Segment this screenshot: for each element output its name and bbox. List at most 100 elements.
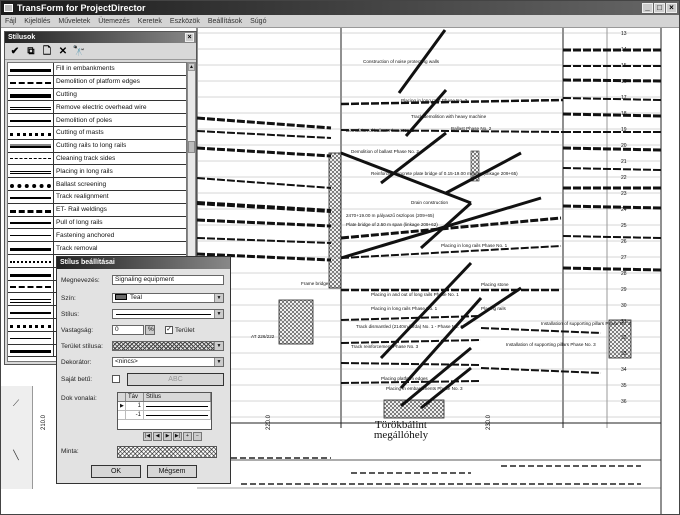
last-record-icon[interactable]: ▶| [173,432,182,441]
styles-panel-close-button[interactable]: × [185,33,194,42]
line-style-select[interactable]: ▼ [112,309,224,319]
color-select[interactable]: Teal ▼ [112,293,224,303]
style-list-item[interactable]: Placing in long rails [8,165,186,179]
style-line-preview [10,260,51,263]
task-bar [480,327,602,334]
scale-number: 27 [621,255,627,261]
style-list-item[interactable]: Track removal [8,242,186,255]
style-list-item-label: Demolition of platform edges [56,78,140,86]
thickness-input[interactable]: 0 [112,325,144,335]
style-list-item[interactable]: ET- Rail weldings [8,203,186,217]
chart-task-label: Placing in embankments Phase No. 3 [386,386,463,391]
scale-number: 18 [621,111,627,117]
task-bar [196,146,332,158]
grid-cell-tav[interactable]: -1 [126,411,144,419]
menu-item-6[interactable]: Beállítások [204,15,246,28]
style-list-item[interactable]: Cutting [8,88,186,102]
slash-tool-icon[interactable]: ╲ [4,446,28,464]
style-list-item[interactable]: Pull of long rails [8,216,186,230]
copy-style-icon[interactable]: ⧉ [24,45,38,58]
style-swatch [8,126,54,139]
delete-style-icon[interactable]: ✕ [56,45,70,58]
color-swatch [115,294,127,301]
menu-item-1[interactable]: Kijelölés [20,15,54,28]
scroll-thumb[interactable] [188,141,195,153]
minimize-button[interactable]: _ [642,3,653,13]
chart-task-label: 2470+19.00 m pályaszű öszlopos (209+65) [346,213,435,218]
app-window: TransForm for ProjectDirector _ □ × Fájl… [0,0,680,515]
close-button[interactable]: × [666,3,677,13]
grid-cell-tav[interactable]: 1 [126,402,144,410]
grid-cell-stilus[interactable] [144,411,211,419]
style-swatch [8,178,54,190]
chevron-down-icon[interactable]: ▼ [214,310,223,318]
grid-corner [118,393,126,401]
area-checkbox[interactable]: ✓ [165,326,173,334]
scale-number: 26 [621,239,627,245]
chart-task-label: Track dismantled (2140m-forda) No. 1 - P… [356,324,463,329]
apply-check-icon[interactable]: ✔ [8,45,22,58]
menu-item-5[interactable]: Eszközök [166,15,204,28]
menu-item-0[interactable]: Fájl [1,15,20,28]
chevron-down-icon[interactable]: ▼ [214,294,223,302]
style-list-item[interactable]: Remove electric overhead wire [8,101,186,115]
new-style-icon[interactable]: 🗋 [40,45,54,58]
maximize-button[interactable]: □ [654,3,665,13]
left-ruler: ⟋ ╲ [1,386,33,489]
area-style-select[interactable]: ▼ [112,341,224,351]
area-style-label: Terület stílusa: [61,343,103,350]
menu-item-7[interactable]: Súgó [246,15,270,28]
menu-item-4[interactable]: Keretek [134,15,166,28]
style-list-item[interactable]: Ballast screening [8,178,186,191]
chevron-down-icon[interactable]: ▼ [214,342,223,350]
next-record-icon[interactable]: ▶ [163,432,172,441]
style-swatch [8,88,54,101]
find-binoculars-icon[interactable]: 🔭 [72,45,86,58]
style-list-item[interactable]: Demolition of poles [8,114,186,127]
ok-button[interactable]: OK [91,465,141,478]
decorator-value: <nincs> [115,358,138,365]
menu-item-2[interactable]: Műveletek [54,15,94,28]
style-list-item[interactable]: Track realignment [8,190,186,204]
task-bar [196,116,332,130]
style-swatch [8,306,54,318]
font-button[interactable]: ABC [127,373,224,386]
style-list-item[interactable]: Fill in embankments [8,63,186,76]
menu-item-3[interactable]: Ütemezés [94,15,134,28]
grid-row[interactable]: -1 [118,411,211,420]
delete-record-icon[interactable]: − [193,432,202,441]
chart-task-label: Placing stone [481,282,509,287]
scale-number: 35 [621,383,627,389]
chevron-down-icon[interactable]: ▼ [214,358,223,366]
thickness-label: Vastagság: [61,327,94,334]
style-line-preview [10,350,51,354]
percent-icon[interactable]: % [145,325,155,335]
scroll-up-icon[interactable]: ▲ [188,63,195,71]
station-label: 220.0 [266,414,272,430]
own-font-checkbox[interactable] [112,375,120,383]
scale-number: 25 [621,223,627,229]
style-list-item[interactable]: Fastening anchored [8,229,186,243]
offset-lines-grid[interactable]: Táv Stílus ▶ 1 -1 [117,392,212,430]
cancel-button[interactable]: Mégsem [147,465,197,478]
add-record-icon[interactable]: + [183,432,192,441]
style-list-item[interactable]: Cutting rails to long rails [8,139,186,153]
name-field[interactable]: Signaling equipment [112,275,224,285]
name-label: Megnevezés: [61,277,100,284]
area-label: Terület [175,327,195,334]
scale-number: 34 [621,367,627,373]
style-list-item[interactable]: Cutting of masts [8,126,186,140]
grid-row[interactable]: ▶ 1 [118,402,211,411]
decorator-select[interactable]: <nincs> ▼ [112,357,224,367]
grid-cell-stilus[interactable] [144,402,211,410]
app-title: TransForm for ProjectDirector [17,3,146,13]
style-line-preview [10,286,51,289]
grid-header-tav: Táv [126,393,144,401]
prev-record-icon[interactable]: ◀ [153,432,162,441]
scale-number: 13 [621,31,627,37]
style-list-item[interactable]: Cleaning track sides [8,152,186,166]
first-record-icon[interactable]: |◀ [143,432,152,441]
style-list-item[interactable]: Demolition of platform edges [8,75,186,89]
task-bar [562,266,662,272]
style-swatch [8,139,54,152]
